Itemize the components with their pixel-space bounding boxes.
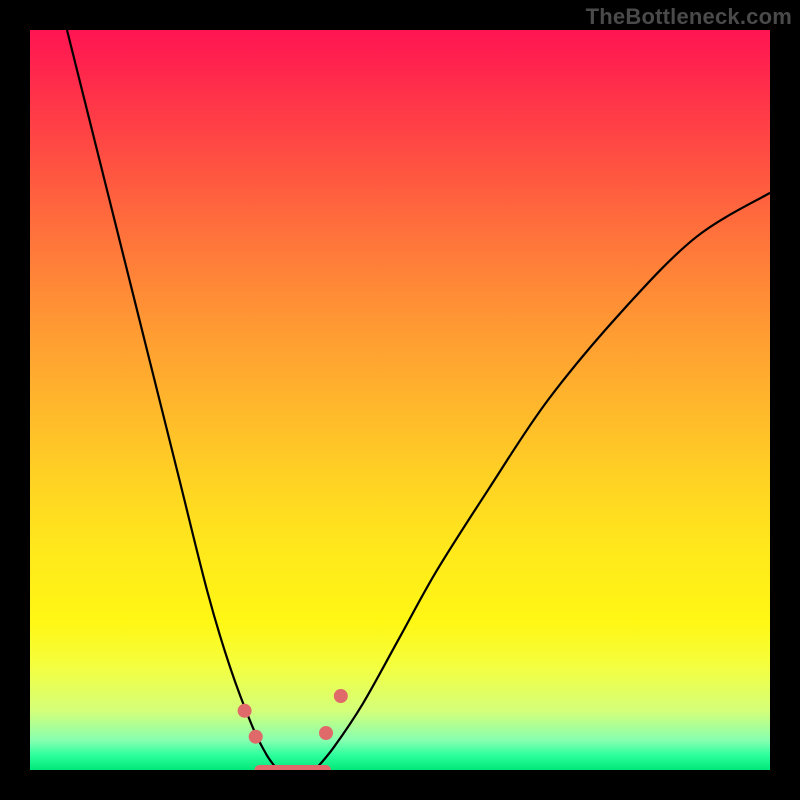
- highlight-dots: [238, 689, 348, 744]
- left-curve: [67, 30, 278, 770]
- watermark-label: TheBottleneck.com: [586, 4, 792, 30]
- highlight-dot: [334, 689, 348, 703]
- right-curve: [315, 193, 770, 770]
- highlight-dot: [319, 726, 333, 740]
- chart-frame: TheBottleneck.com: [0, 0, 800, 800]
- plot-area: [30, 30, 770, 770]
- chart-svg: [30, 30, 770, 770]
- highlight-dot: [249, 730, 263, 744]
- highlight-dot: [238, 704, 252, 718]
